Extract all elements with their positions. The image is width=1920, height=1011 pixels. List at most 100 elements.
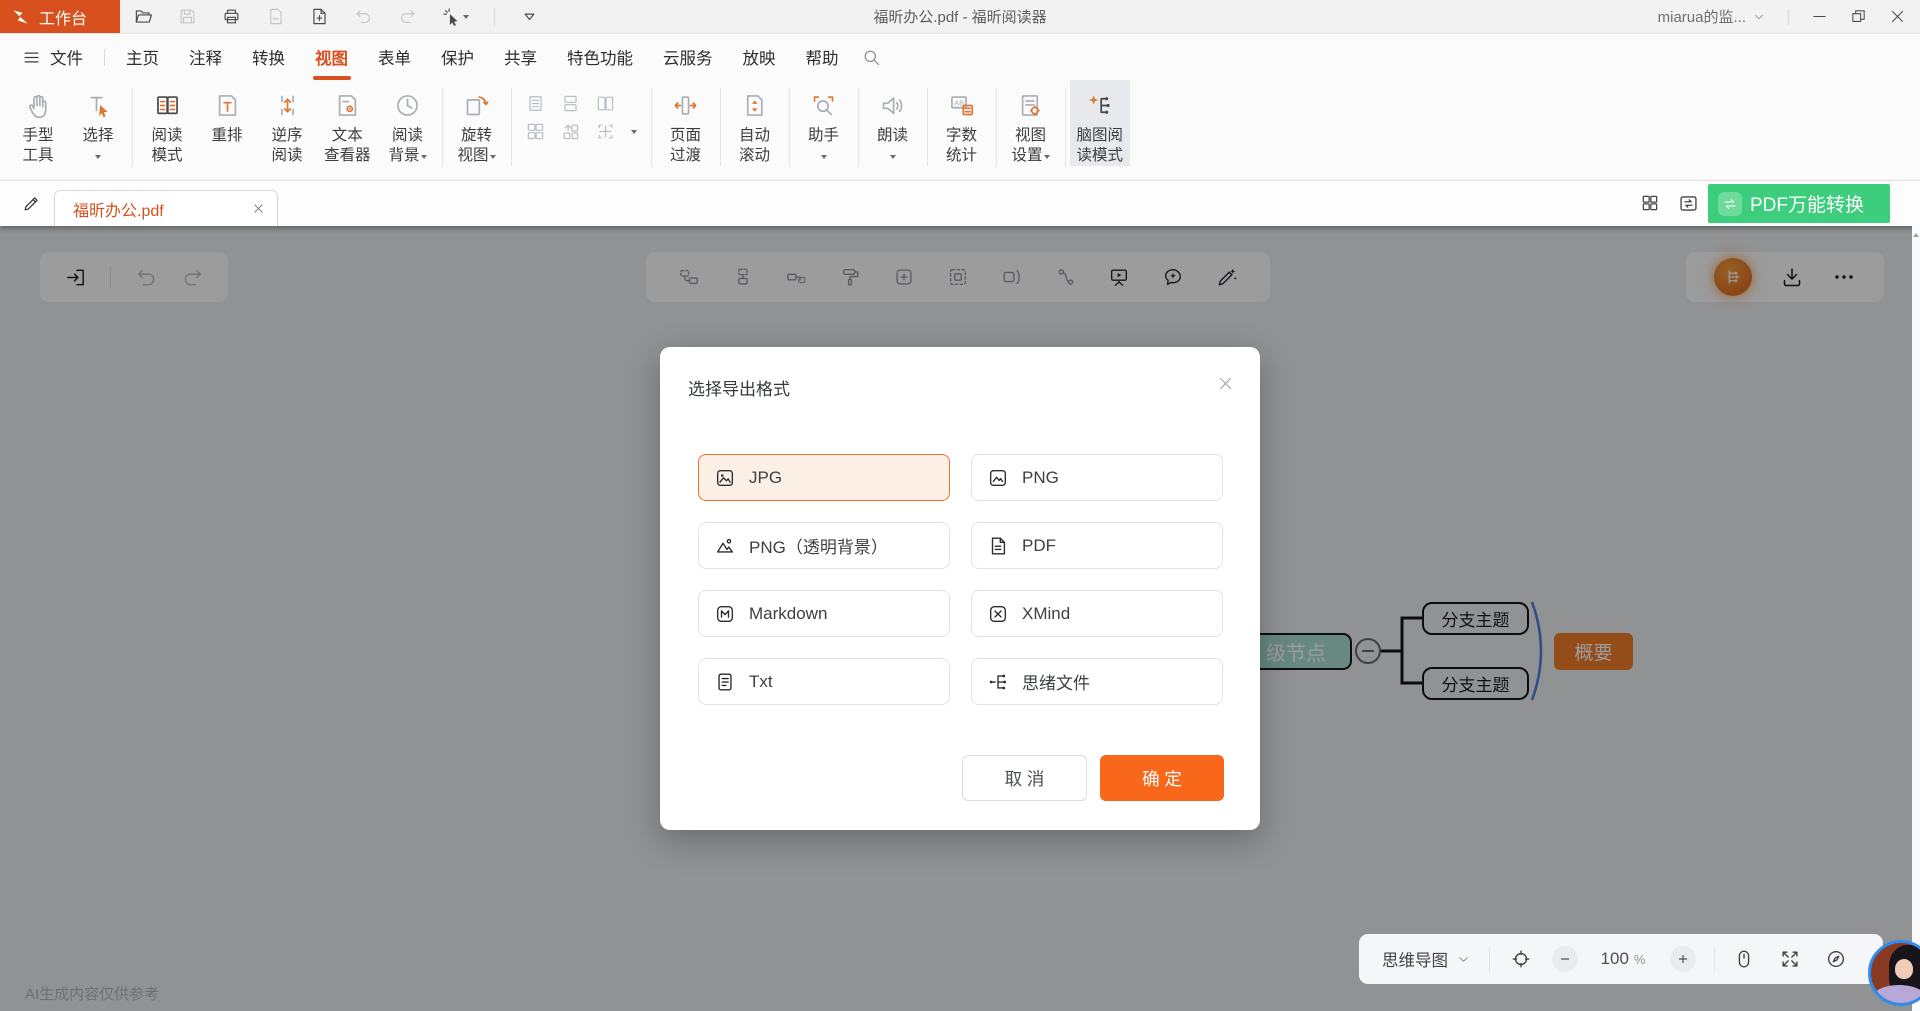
format-option-png[interactable]: PNG	[971, 454, 1223, 501]
facing-layout-icon[interactable]	[596, 94, 615, 113]
ribbon-word-count[interactable]: AB 字数统计	[932, 80, 992, 166]
dropdown-arrow-icon	[890, 155, 896, 162]
title-bar: 工作台 福昕办公.pdf - 福昕阅读器 miarua的监...	[0, 0, 1920, 34]
tab-close-icon[interactable]	[252, 202, 265, 215]
dropdown-arrow-icon	[463, 15, 469, 22]
print-icon[interactable]	[222, 7, 241, 26]
ribbon-read-mode[interactable]: 阅读模式	[137, 80, 197, 166]
page-minus-icon[interactable]	[266, 7, 285, 26]
menu-share[interactable]: 共享	[489, 34, 552, 80]
xmind-icon	[987, 603, 1009, 625]
cover-page-layout-icon[interactable]	[561, 122, 580, 141]
facing-continuous-layout-icon[interactable]	[526, 122, 545, 141]
redo-icon[interactable]	[398, 7, 417, 26]
ribbon-rotate-view[interactable]: 旋转视图	[447, 80, 507, 166]
chevron-down-icon[interactable]	[1456, 952, 1471, 967]
menu-file[interactable]: 文件	[41, 34, 98, 80]
continuous-layout-icon[interactable]	[561, 94, 580, 113]
ribbon-auto-scroll[interactable]: 自动滚动	[725, 80, 785, 166]
reverse-read-icon	[274, 92, 301, 119]
fullscreen-icon[interactable]	[1779, 948, 1801, 970]
zoom-value: 100	[1601, 949, 1629, 969]
dropdown-arrow-icon[interactable]	[631, 130, 637, 137]
ribbon-separator	[442, 88, 443, 166]
reading-view-icon[interactable]	[1678, 193, 1699, 214]
account-name: miarua的监...	[1658, 6, 1746, 27]
vertical-scrollbar[interactable]	[1912, 226, 1920, 1011]
assistant-avatar[interactable]	[1868, 940, 1920, 1006]
close-button[interactable]	[1889, 8, 1906, 25]
view-status-toolbar: 思维导图 100 %	[1359, 934, 1883, 984]
menu-bar: 文件 主页 注释 转换 视图 表单 保护 共享 特色功能 云服务 放映 帮助	[0, 34, 1920, 80]
center-view-icon[interactable]	[1510, 948, 1532, 970]
document-tab[interactable]: 福昕办公.pdf	[54, 190, 278, 226]
menu-convert[interactable]: 转换	[237, 34, 300, 80]
search-icon[interactable]	[862, 48, 881, 67]
format-option-markdown[interactable]: Markdown	[698, 590, 950, 637]
ribbon-separator	[927, 88, 928, 166]
tab-grid-view-icon[interactable]	[1640, 193, 1660, 213]
page-transition-icon	[672, 92, 699, 119]
menu-form[interactable]: 表单	[363, 34, 426, 80]
menu-home[interactable]: 主页	[111, 34, 174, 80]
page-layout-group	[516, 80, 647, 141]
format-option-xmind[interactable]: XMind	[971, 590, 1223, 637]
view-mode-label[interactable]: 思维导图	[1382, 947, 1448, 971]
split-view-icon[interactable]	[596, 122, 615, 141]
format-option-pdf[interactable]: PDF	[971, 522, 1223, 569]
menu-comment[interactable]: 注释	[174, 34, 237, 80]
ribbon-assistant[interactable]: 助手	[794, 80, 854, 166]
mouse-mode-icon[interactable]	[1733, 948, 1755, 970]
menu-cloud[interactable]: 云服务	[648, 34, 728, 80]
workbench-button[interactable]: 工作台	[0, 0, 120, 33]
pdf-convert-button[interactable]: PDF万能转换	[1708, 184, 1890, 223]
dialog-close-icon[interactable]	[1217, 375, 1234, 392]
format-option-jpg[interactable]: JPG	[698, 454, 950, 501]
restore-button[interactable]	[1850, 8, 1867, 25]
compass-icon[interactable]	[1825, 948, 1847, 970]
ribbon-text-viewer[interactable]: 文本查看器	[317, 80, 378, 166]
ribbon-select[interactable]: 选择	[68, 80, 128, 166]
minimize-button[interactable]	[1811, 8, 1828, 25]
format-option-mind-file[interactable]: 思绪文件	[971, 658, 1223, 705]
customize-toolbar-icon[interactable]	[520, 7, 539, 26]
separator	[1714, 947, 1715, 971]
single-page-layout-icon[interactable]	[526, 94, 545, 113]
zoom-level: 100 %	[1596, 949, 1650, 969]
save-icon[interactable]	[178, 7, 197, 26]
annotate-pencil-icon[interactable]	[22, 194, 41, 213]
open-file-icon[interactable]	[134, 7, 153, 26]
hamburger-menu-icon[interactable]	[22, 48, 41, 67]
reflow-icon	[214, 92, 241, 119]
zoom-out-button[interactable]	[1552, 946, 1578, 972]
ribbon-read-aloud[interactable]: 朗读	[863, 80, 923, 166]
ribbon-mindmap-read-mode[interactable]: 脑图阅读模式	[1070, 80, 1131, 166]
foxit-logo-icon	[11, 7, 31, 27]
hand-select-tool[interactable]	[442, 7, 469, 26]
ribbon-view-settings[interactable]: 视图设置	[1001, 80, 1061, 166]
zoom-in-button[interactable]	[1670, 946, 1696, 972]
cancel-button[interactable]: 取 消	[962, 755, 1087, 801]
ribbon-reflow[interactable]: 重排	[197, 80, 257, 166]
confirm-button[interactable]: 确 定	[1100, 755, 1224, 801]
avatar-face	[1895, 959, 1913, 979]
menu-view[interactable]: 视图	[300, 34, 363, 80]
format-option-txt[interactable]: Txt	[698, 658, 950, 705]
menu-present[interactable]: 放映	[728, 34, 791, 80]
page-plus-icon[interactable]	[310, 7, 329, 26]
menu-help[interactable]: 帮助	[791, 34, 854, 80]
undo-icon[interactable]	[354, 7, 373, 26]
menu-protect[interactable]: 保护	[426, 34, 489, 80]
ribbon-reverse-read[interactable]: 逆序阅读	[257, 80, 317, 166]
dropdown-arrow-icon	[1044, 155, 1050, 162]
ribbon-page-transition[interactable]: 页面过渡	[656, 80, 716, 166]
ribbon-hand-tool[interactable]: 手型工具	[8, 80, 68, 166]
format-option-png-transparent[interactable]: PNG（透明背景）	[698, 522, 950, 569]
ribbon-read-background[interactable]: 阅读背景	[378, 80, 438, 166]
mountain-icon	[714, 535, 736, 557]
menu-features[interactable]: 特色功能	[552, 34, 648, 80]
read-background-icon	[394, 92, 421, 119]
account-menu[interactable]: miarua的监...	[1658, 6, 1766, 27]
scroll-up-arrow-icon[interactable]	[1913, 230, 1919, 237]
click-hand-icon	[442, 7, 461, 26]
